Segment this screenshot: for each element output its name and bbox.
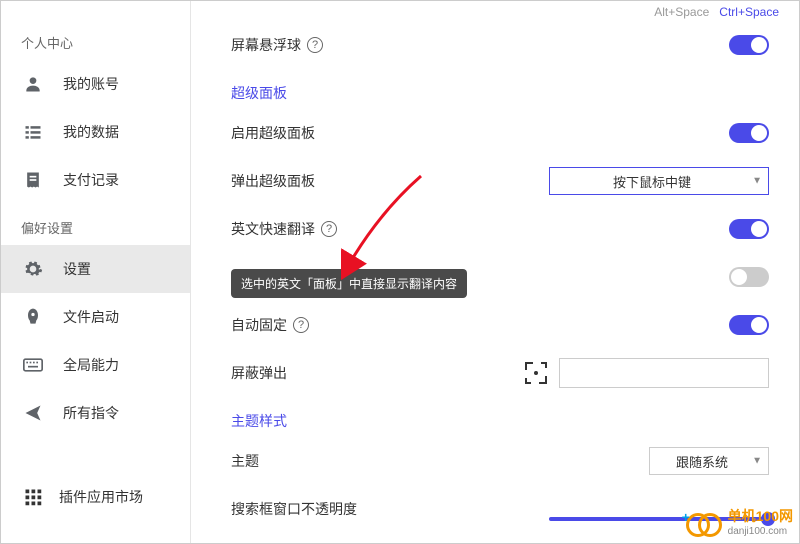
- nav-market[interactable]: 插件应用市场: [1, 477, 190, 517]
- send-icon: [21, 401, 45, 425]
- group-theme: 主题样式: [231, 411, 769, 431]
- row-enable-super: 启用超级面板: [231, 109, 769, 157]
- rocket-icon: [21, 305, 45, 329]
- sidebar: 个人中心 我的账号 我的数据 支付记录 偏好设置 设置 文件启动 全局能力 所有…: [1, 1, 191, 543]
- nav-label: 我的数据: [63, 122, 119, 142]
- dropdown-value: 跟随系统: [676, 452, 728, 471]
- toggle-enable-super[interactable]: [729, 123, 769, 143]
- screen-popup-input[interactable]: [559, 358, 769, 388]
- chevron-down-icon: ▼: [752, 176, 762, 187]
- watermark-title: 单机100网: [728, 506, 793, 526]
- nav-label: 插件应用市场: [59, 487, 143, 507]
- help-icon[interactable]: ?: [293, 317, 309, 333]
- dropdown-popup-trigger[interactable]: 按下鼠标中键 ▼: [549, 167, 769, 195]
- receipt-icon: [21, 168, 45, 192]
- gear-icon: [21, 257, 45, 281]
- nav-label: 全局能力: [63, 355, 119, 375]
- nav-label: 支付记录: [63, 170, 119, 190]
- setting-label: 主题: [231, 451, 259, 471]
- watermark: + 单机100网 danji100.com: [686, 506, 793, 537]
- nav-settings[interactable]: 设置: [1, 245, 190, 293]
- nav-account[interactable]: 我的账号: [1, 60, 190, 108]
- nav-data[interactable]: 我的数据: [1, 108, 190, 156]
- help-icon[interactable]: ?: [321, 221, 337, 237]
- row-theme: 主题 跟随系统 ▼: [231, 437, 769, 485]
- chevron-down-icon: ▼: [752, 456, 762, 467]
- watermark-url: danji100.com: [728, 526, 793, 537]
- nav-payment[interactable]: 支付记录: [1, 156, 190, 204]
- toggle-en-quick[interactable]: [729, 219, 769, 239]
- help-icon[interactable]: ?: [307, 37, 323, 53]
- toggle-floating-ball[interactable]: [729, 35, 769, 55]
- setting-label: 启用超级面板: [231, 123, 315, 143]
- setting-label: 自动固定: [231, 315, 287, 335]
- setting-label: 弹出超级面板: [231, 171, 315, 191]
- row-screen-popup: 屏蔽弹出: [231, 349, 769, 397]
- setting-label: 屏蔽弹出: [231, 363, 287, 383]
- dropdown-theme[interactable]: 跟随系统 ▼: [649, 447, 769, 475]
- list-icon: [21, 120, 45, 144]
- scan-icon[interactable]: [525, 362, 547, 384]
- group-super-panel: 超级面板: [231, 83, 769, 103]
- row-en-quick-translate: 英文快速翻译?: [231, 205, 769, 253]
- keyboard-icon: [21, 353, 45, 377]
- tooltip: 选中的英文「面板」中直接显示翻译内容: [231, 269, 467, 298]
- nav-commands[interactable]: 所有指令: [1, 389, 190, 437]
- setting-label: 屏幕悬浮球: [231, 35, 301, 55]
- dropdown-value: 按下鼠标中键: [613, 172, 691, 191]
- row-floating-ball: 屏幕悬浮球?: [231, 21, 769, 69]
- nav-file-launch[interactable]: 文件启动: [1, 293, 190, 341]
- row-popup-super: 弹出超级面板 按下鼠标中键 ▼: [231, 157, 769, 205]
- setting-label: 搜索框窗口不透明度: [231, 499, 357, 519]
- nav-label: 所有指令: [63, 403, 119, 423]
- toggle-auto-pin[interactable]: [729, 315, 769, 335]
- user-icon: [21, 72, 45, 96]
- section-personal: 个人中心: [1, 25, 190, 60]
- setting-label: 英文快速翻译: [231, 219, 315, 239]
- nav-label: 我的账号: [63, 74, 119, 94]
- apps-icon: [21, 488, 45, 506]
- nav-label: 设置: [63, 259, 91, 279]
- nav-global[interactable]: 全局能力: [1, 341, 190, 389]
- nav-label: 文件启动: [63, 307, 119, 327]
- toggle-voice[interactable]: [729, 267, 769, 287]
- section-preferences: 偏好设置: [1, 210, 190, 245]
- row-auto-pin: 自动固定?: [231, 301, 769, 349]
- watermark-logo-icon: +: [686, 511, 722, 533]
